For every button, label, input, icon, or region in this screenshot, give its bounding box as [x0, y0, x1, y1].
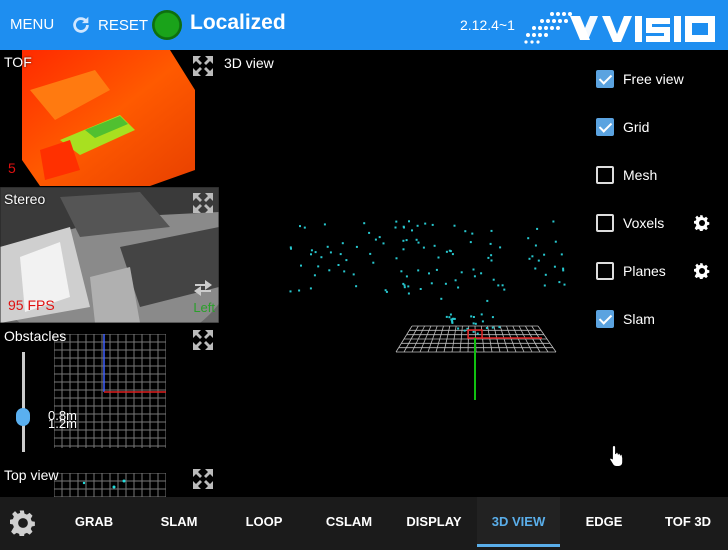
tab-grab[interactable]: GRAB — [54, 497, 134, 547]
expand-icon[interactable] — [191, 54, 215, 78]
option-mesh[interactable]: Mesh — [596, 164, 657, 186]
tof-panel: TOF 5 — [0, 50, 219, 186]
3d-view-canvas[interactable]: 3D view Free view Grid Mesh Voxels Plane… — [220, 50, 728, 497]
checkbox[interactable] — [596, 214, 614, 232]
tof-title: TOF — [4, 54, 32, 70]
tab-tof-3d[interactable]: TOF 3D — [648, 497, 728, 547]
topview-panel: Top view — [0, 463, 219, 497]
option-label: Slam — [623, 311, 655, 327]
option-label: Planes — [623, 263, 666, 279]
distance-value-2: 1.2m — [48, 416, 77, 431]
option-label: Mesh — [623, 167, 658, 183]
tof-image — [0, 50, 219, 186]
tab-edge[interactable]: EDGE — [564, 497, 644, 547]
version-label: 2.12.4~1 — [460, 17, 515, 33]
camera-panels: TOF 5 Stereo 95 FPS Left Obstacles 0.8m … — [0, 50, 219, 497]
tab-cslam[interactable]: CSLAM — [309, 497, 389, 547]
stereo-title: Stereo — [4, 191, 46, 207]
option-free-view[interactable]: Free view — [596, 68, 684, 90]
stereo-fps: 95 FPS — [8, 297, 55, 313]
obstacles-title: Obstacles — [4, 328, 67, 344]
hand-cursor-icon — [609, 444, 624, 467]
top-bar: MENU RESET Localized 2.12.4~1 — [0, 0, 728, 50]
stereo-panel: Stereo 95 FPS Left — [0, 187, 219, 323]
reset-button[interactable]: RESET — [70, 12, 148, 38]
topview-title: Top view — [4, 467, 59, 483]
status-indicator-light — [152, 10, 182, 40]
expand-icon[interactable] — [191, 191, 215, 215]
topview-grid — [54, 473, 166, 497]
planes-settings-gear-icon[interactable] — [694, 263, 710, 279]
option-voxels[interactable]: Voxels — [596, 212, 664, 234]
checkbox[interactable] — [596, 166, 614, 184]
option-planes[interactable]: Planes — [596, 260, 666, 282]
obstacles-panel: Obstacles 0.8m 1.2m — [0, 324, 219, 462]
3d-view-title: 3D view — [224, 55, 274, 71]
option-label: Free view — [623, 71, 684, 87]
reset-label: RESET — [98, 16, 149, 34]
tab-display[interactable]: DISPLAY — [394, 497, 474, 547]
menu-button[interactable]: MENU — [10, 16, 54, 33]
option-label: Voxels — [623, 215, 665, 231]
swap-arrows-icon[interactable] — [193, 279, 213, 297]
checkbox[interactable] — [596, 70, 614, 88]
distance-slider-thumb[interactable] — [16, 408, 30, 426]
gear-icon[interactable] — [10, 510, 36, 536]
checkbox[interactable] — [596, 310, 614, 328]
voxels-settings-gear-icon[interactable] — [694, 215, 710, 231]
bottom-tab-bar: GRAB SLAM LOOP CSLAM DISPLAY 3D VIEW EDG… — [0, 497, 728, 550]
status-text: Localized — [190, 11, 286, 34]
tab-loop[interactable]: LOOP — [224, 497, 304, 547]
checkbox[interactable] — [596, 262, 614, 280]
tab-3d-view[interactable]: 3D VIEW — [477, 497, 560, 547]
distance-slider-track[interactable] — [22, 352, 25, 452]
option-grid[interactable]: Grid — [596, 116, 649, 138]
tof-fps: 5 — [8, 160, 16, 176]
stereo-side-label: Left — [193, 300, 215, 315]
expand-icon[interactable] — [191, 328, 215, 352]
refresh-icon — [73, 16, 89, 33]
option-slam[interactable]: Slam — [596, 308, 655, 330]
checkbox[interactable] — [596, 118, 614, 136]
expand-icon[interactable] — [191, 467, 215, 491]
option-label: Grid — [623, 119, 650, 135]
tab-slam[interactable]: SLAM — [139, 497, 219, 547]
xvisio-logo — [524, 12, 715, 44]
